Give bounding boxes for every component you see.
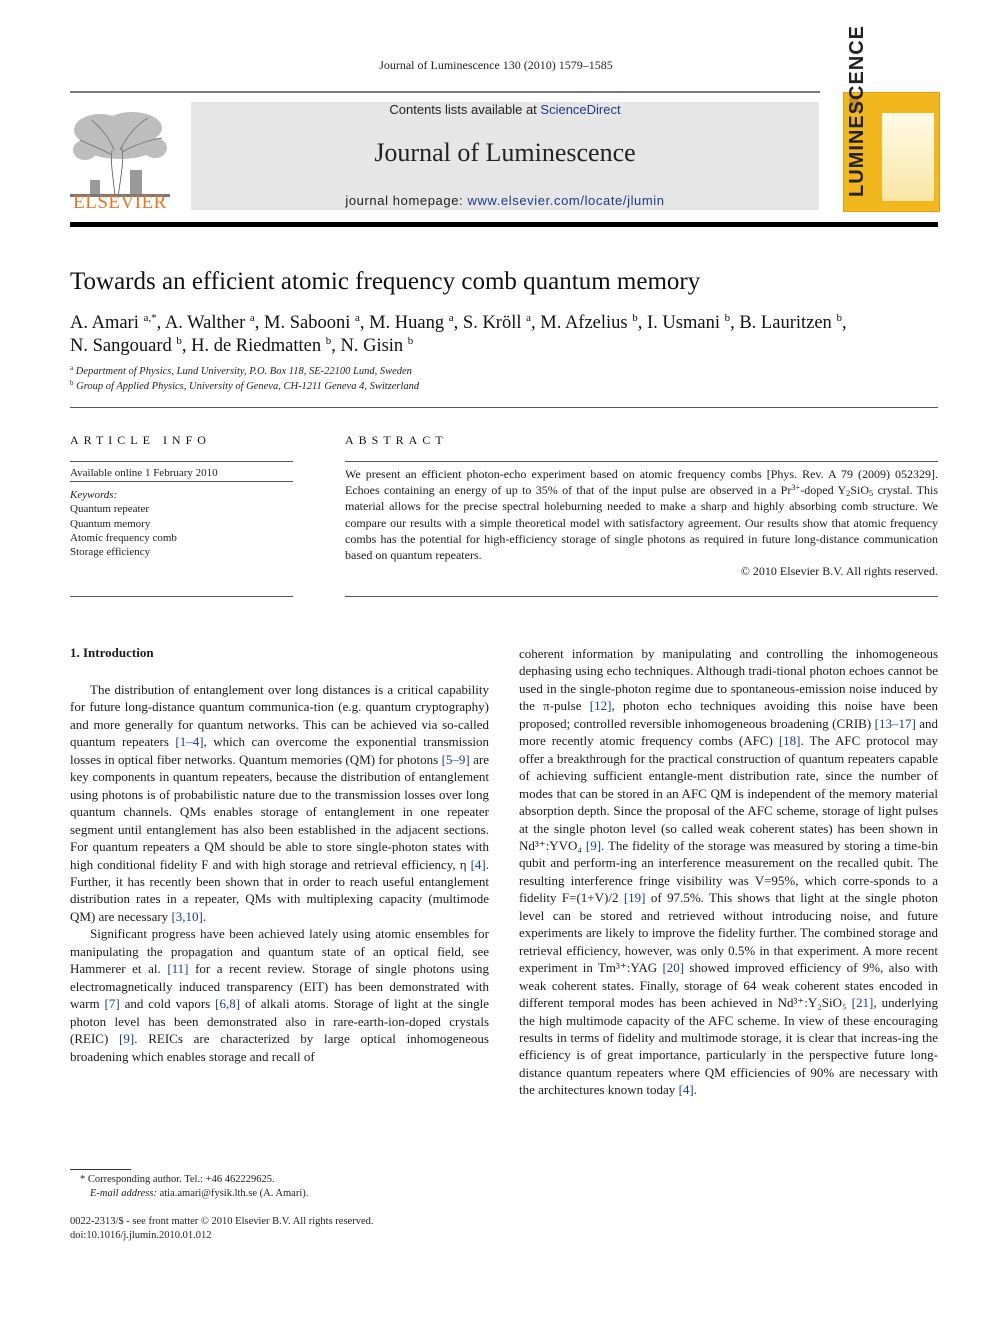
cover-title: LUMINESCENCE	[846, 24, 868, 197]
divider	[70, 596, 293, 597]
elsevier-wordmark: ELSEVIER	[73, 192, 167, 213]
author-name: N. Gisin	[340, 336, 408, 356]
citation-link[interactable]: [20]	[662, 960, 684, 975]
corresponding-author-note: * Corresponding author. Tel.: +46 462229…	[80, 1174, 275, 1185]
section-heading-introduction: 1. Introduction	[70, 645, 154, 660]
keywords-label: Keywords:	[70, 489, 118, 501]
citation-link[interactable]: [1–4]	[175, 734, 203, 749]
divider	[70, 481, 293, 482]
author-affiliation-mark: b	[407, 335, 414, 347]
body-column-left: The distribution of entanglement over lo…	[70, 681, 489, 1065]
abstract-body: We present an efficient photon-echo expe…	[345, 466, 938, 579]
author-affiliation-mark: b	[632, 312, 638, 324]
abstract-text-part: -doped Y	[800, 483, 847, 498]
author-affiliation-mark: a,*	[143, 312, 157, 324]
abstract-heading: ABSTRACT	[345, 433, 448, 447]
citation-link[interactable]: [13–17]	[875, 716, 916, 731]
masthead-thick-rule	[70, 222, 938, 227]
keyword: Atomic frequency comb	[70, 531, 177, 544]
front-matter-line: 0022-2313/$ - see front matter © 2010 El…	[70, 1216, 374, 1227]
header-rule	[70, 91, 820, 93]
citation-link[interactable]: [19]	[624, 890, 646, 905]
citation-link[interactable]: [9]	[119, 1031, 134, 1046]
article-title: Towards an efficient atomic frequency co…	[70, 268, 701, 295]
abstract-text-part: SiO	[850, 483, 870, 498]
author-affiliation-mark: b	[325, 335, 332, 347]
journal-citation: Journal of Luminescence 130 (2010) 1579–…	[379, 58, 613, 72]
author-name: H. de Riedmatten	[191, 336, 326, 356]
email-label: E-mail address:	[90, 1188, 157, 1199]
paragraph-text: and cold vapors	[119, 996, 216, 1012]
keyword: Quantum repeater	[70, 503, 150, 516]
author-affiliation-mark: b	[176, 335, 182, 347]
author-affiliation-mark: a	[249, 312, 255, 324]
citation-link[interactable]: [5–9]	[442, 752, 470, 767]
citation-link[interactable]: [3,10]	[171, 909, 202, 924]
email-address[interactable]: atia.amari@fysik.lth.se (A. Amari).	[157, 1188, 309, 1199]
citation-link[interactable]: [4]	[471, 857, 486, 872]
superscript: 3+	[791, 483, 801, 493]
divider	[70, 407, 938, 408]
author-name: I. Usmani	[647, 313, 725, 333]
author-affiliation-mark: a	[448, 312, 454, 324]
affiliation-b: b Group of Applied Physics, University o…	[70, 379, 419, 392]
keyword: Storage efficiency	[70, 546, 151, 559]
cover-panel	[882, 113, 934, 201]
author-name: M. Sabooni	[264, 313, 355, 333]
paragraph-text: . The AFC protocol may offer a breakthro…	[519, 733, 938, 853]
article-info-heading: ARTICLE INFO	[70, 433, 211, 447]
citation-link[interactable]: [18]	[779, 733, 801, 748]
affiliation-mark: b	[70, 379, 74, 387]
author-affiliation-mark: b	[836, 312, 842, 324]
journal-cover-image: LUMINESCENCE	[843, 25, 940, 212]
author-name: N. Sangouard	[70, 336, 177, 356]
homepage-prefix: journal homepage:	[345, 193, 468, 208]
homepage-line: journal homepage: www.elsevier.com/locat…	[191, 193, 819, 208]
author-name: M. Huang	[369, 313, 449, 333]
affiliation-text: Group of Applied Physics, University of …	[76, 381, 420, 392]
paragraph-text: .	[202, 908, 207, 924]
abstract-copyright: © 2010 Elsevier B.V. All rights reserved…	[740, 564, 938, 579]
divider	[70, 461, 293, 462]
author-name: M. Afzelius	[540, 313, 633, 333]
body-column-right: coherent information by manipulating and…	[519, 645, 938, 1099]
citation-link[interactable]: [7]	[105, 996, 120, 1011]
journal-title: Journal of Luminescence	[374, 138, 636, 167]
affiliation-a: a Department of Physics, Lund University…	[70, 364, 412, 377]
author-name: A. Walther	[164, 313, 250, 333]
author-list: A. Amari a,*, A. Walther a, M. Sabooni a…	[70, 312, 847, 357]
citation-link[interactable]: [4]	[679, 1082, 694, 1097]
keywords-block: Keywords: Quantum repeater Quantum memor…	[70, 488, 177, 559]
author-affiliation-mark: b	[724, 312, 731, 324]
author-affiliation-mark: a	[526, 312, 532, 324]
paragraph-text: .	[693, 1082, 697, 1098]
citation-link[interactable]: [21]	[852, 995, 874, 1010]
paragraph: coherent information by manipulating and…	[519, 645, 938, 1099]
keyword: Quantum memory	[70, 517, 151, 530]
affiliation-mark: a	[70, 364, 74, 372]
author-name: S. Kröll	[462, 313, 527, 333]
paragraph-text: , underlying the high multimode capacity…	[519, 995, 938, 1098]
citation-link[interactable]: [12]	[590, 698, 612, 713]
divider	[345, 461, 938, 462]
author-name: A. Amari	[70, 313, 144, 333]
paragraph-text: are key components in quantum repeaters,…	[70, 751, 490, 872]
citation-link[interactable]: [6,8]	[215, 996, 240, 1011]
footnote-rule	[70, 1169, 131, 1170]
citation-link[interactable]: [9]	[586, 838, 601, 853]
divider	[345, 596, 938, 597]
citation-link[interactable]: [11]	[167, 961, 188, 976]
doi-line[interactable]: doi:10.1016/j.jlumin.2010.01.012	[70, 1230, 211, 1241]
homepage-link[interactable]: www.elsevier.com/locate/jlumin	[467, 193, 664, 208]
contents-line: Contents lists available at ScienceDirec…	[191, 102, 819, 117]
email-note: E-mail address: atia.amari@fysik.lth.se …	[90, 1188, 308, 1199]
affiliation-text: Department of Physics, Lund University, …	[75, 366, 412, 377]
author-affiliation-mark: a	[354, 312, 360, 324]
paragraph: The distribution of entanglement over lo…	[70, 681, 489, 925]
available-online: Available online 1 February 2010	[70, 467, 218, 479]
paragraph: Significant progress have been achieved …	[70, 925, 489, 1065]
contents-prefix: Contents lists available at	[389, 102, 541, 117]
sciencedirect-link[interactable]: ScienceDirect	[540, 102, 620, 117]
author-name: B. Lauritzen	[739, 313, 837, 333]
